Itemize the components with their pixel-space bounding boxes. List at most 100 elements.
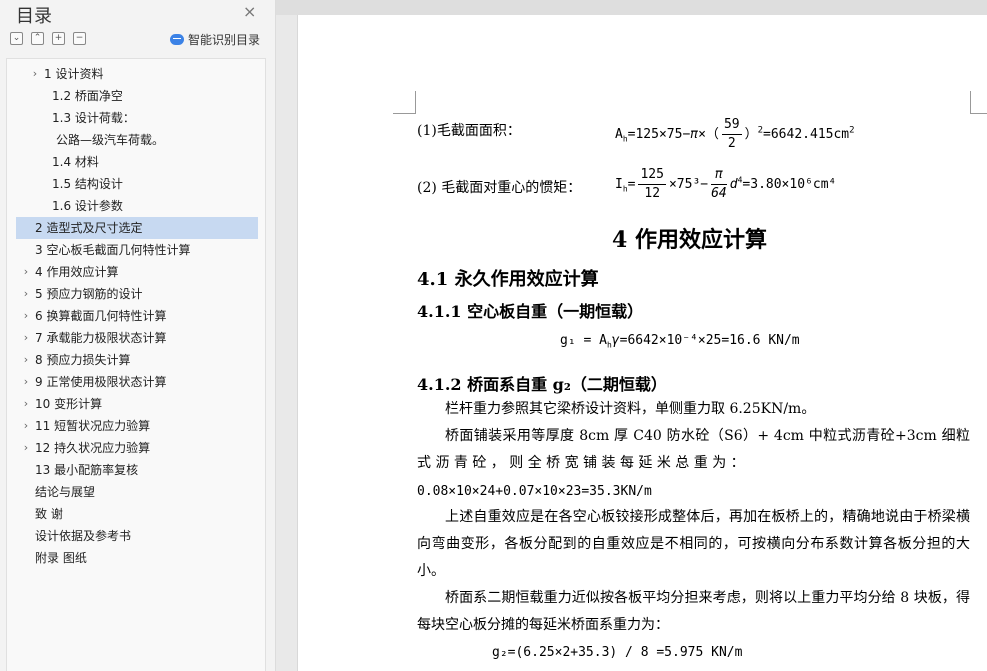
chevron-right-icon[interactable]: ›: [21, 415, 31, 437]
formula-gamma: γ: [611, 333, 620, 348]
chevron-right-icon[interactable]: ›: [21, 305, 31, 327]
toc-item[interactable]: 1.2 桥面净空: [16, 85, 258, 107]
toc-item[interactable]: 1.5 结构设计: [16, 173, 258, 195]
subsection-heading: 4.1.1 空心板自重（一期恒载）: [417, 302, 644, 321]
toc-item-label: 公路—级汽车荷载。: [56, 133, 165, 147]
section-heading: 4.1 永久作用效应计算: [417, 269, 599, 290]
toc-item-label: 2 造型式及尺寸选定: [35, 221, 143, 235]
toc-item-label: 1.6 设计参数: [52, 199, 123, 213]
paragraph: 桥面铺装采用等厚度 8cm 厚 C40 防水砼（S6）+ 4cm 中粒式沥青砼+…: [417, 428, 970, 471]
paragraph: 上述自重效应是在各空心板铰接形成整体后，再加在板桥上的，精确地说由于桥梁横向弯曲…: [417, 509, 970, 579]
toc-item[interactable]: 2 造型式及尺寸选定: [16, 217, 258, 239]
toc-item-label: 设计依据及参考书: [35, 529, 132, 543]
toc-item[interactable]: 1.4 材料: [16, 151, 258, 173]
toc-item[interactable]: 附录 图纸: [16, 547, 258, 569]
smart-toc-label: 智能识别目录: [188, 33, 261, 47]
formula-pi: π: [690, 127, 699, 142]
toc-title: 目录: [16, 6, 52, 27]
toc-item-label: 3 空心板毛截面几何特性计算: [35, 243, 191, 257]
toc-item-label: 6 换算截面几何特性计算: [35, 309, 167, 323]
formula-fraction: 59 2: [721, 116, 742, 153]
toc-item[interactable]: › 10 变形计算: [16, 393, 258, 415]
formula-sup: 2: [849, 125, 855, 136]
toc-list: › 1 设计资料 1.2 桥面净空 1.3 设计荷载： 公路—级汽车荷载。 1.4 材料 1…: [6, 58, 266, 671]
fraction-numerator: π: [711, 166, 727, 185]
toc-item-label: 1.2 桥面净空: [52, 89, 123, 103]
toc-item-label: 7 承载能力极限状态计算: [35, 331, 167, 345]
collapse-all-icon[interactable]: ⌄: [10, 32, 23, 45]
formula-result: =6642.415cm: [763, 127, 850, 142]
formula-part: ）: [744, 127, 758, 142]
subsection-heading: 4.1.2 桥面系自重 g₂（二期恒载）: [417, 375, 667, 394]
formula-fraction: 125 12: [638, 166, 666, 203]
toc-item[interactable]: 公路—级汽车荷载。: [16, 129, 258, 151]
toc-item-label: 10 变形计算: [35, 397, 103, 411]
toc-item[interactable]: › 5 预应力钢筋的设计: [16, 283, 258, 305]
toc-item[interactable]: › 12 持久状况应力验算: [16, 437, 258, 459]
formula-result: =3.80×10⁶cm⁴: [742, 177, 837, 192]
formula-symbol: I: [615, 177, 623, 192]
toc-item-label: 5 预应力钢筋的设计: [35, 287, 143, 301]
toc-item[interactable]: 结论与展望: [16, 481, 258, 503]
toc-item[interactable]: › 9 正常使用极限状态计算: [16, 371, 258, 393]
toc-item-label: 4 作用效应计算: [35, 265, 119, 279]
inertia-formula: Ih= 125 12 ×75³− π 64 d4=3.80×10⁶cm⁴: [615, 166, 836, 203]
toc-item[interactable]: › 8 预应力损失计算: [16, 349, 258, 371]
chevron-right-icon[interactable]: ›: [30, 63, 40, 85]
ai-icon: [170, 34, 184, 45]
toc-toolbar: ⌄ ⌃ + −: [10, 32, 86, 45]
toc-item[interactable]: 致 谢: [16, 503, 258, 525]
fraction-denominator: 12: [644, 186, 661, 201]
add-heading-icon[interactable]: +: [52, 32, 65, 45]
formula-symbol: d: [729, 177, 738, 192]
gross-area-formula: Ah=125×75−π×（ 59 2 ）2=6642.415cm2: [615, 116, 855, 153]
chevron-right-icon[interactable]: ›: [21, 349, 31, 371]
expand-all-icon[interactable]: ⌃: [31, 32, 44, 45]
g2-formula: g₂=(6.25×2+35.3) / 8 =5.975 KN/m: [492, 645, 743, 660]
doc-top-strip: [276, 0, 987, 15]
toc-item-label: 1 设计资料: [44, 67, 104, 81]
toc-item[interactable]: 1.3 设计荷载：: [16, 107, 258, 129]
toc-item[interactable]: › 7 承载能力极限状态计算: [16, 327, 258, 349]
chevron-right-icon[interactable]: ›: [21, 283, 31, 305]
toc-item[interactable]: 13 最小配筋率复核: [16, 459, 258, 481]
paragraph: 栏杆重力参照其它梁桥设计资料，单侧重力取 6.25KN/m。: [445, 401, 816, 417]
toc-item-label: 附录 图纸: [35, 551, 87, 565]
formula-symbol: A: [615, 127, 623, 142]
toc-item[interactable]: › 6 换算截面几何特性计算: [16, 305, 258, 327]
formula-result: =6642×10⁻⁴×25=16.6 KN/m: [619, 333, 800, 348]
toc-item-label: 13 最小配筋率复核: [35, 463, 139, 477]
toc-item-label: 结论与展望: [35, 485, 96, 499]
paragraph: 桥面系二期恒载重力近似按各板平均分担来考虑，则将以上重力平均分给 8 块板，得每…: [417, 590, 970, 633]
chevron-right-icon[interactable]: ›: [21, 437, 31, 459]
fraction-denominator: 64: [711, 186, 727, 201]
toc-item[interactable]: › 11 短暂状况应力验算: [16, 415, 258, 437]
toc-item-label: 8 预应力损失计算: [35, 353, 131, 367]
page-corner-mark: [970, 91, 987, 114]
toc-item-label: 11 短暂状况应力验算: [35, 419, 151, 433]
toc-item[interactable]: › 4 作用效应计算: [16, 261, 258, 283]
toc-item[interactable]: › 1 设计资料: [16, 63, 258, 85]
toc-item[interactable]: 设计依据及参考书: [16, 525, 258, 547]
toc-item-label: 1.5 结构设计: [52, 177, 123, 191]
inertia-label: (2) 毛截面对重心的惯矩：: [417, 180, 582, 196]
fraction-numerator: 59: [721, 116, 742, 135]
toc-sidebar: 目录 × ⌄ ⌃ + − 智能识别目录 › 1 设计资料 1.2 桥面净空 1.3 设…: [0, 0, 276, 671]
close-icon[interactable]: ×: [243, 2, 256, 21]
chevron-right-icon[interactable]: ›: [21, 261, 31, 283]
chevron-right-icon[interactable]: ›: [21, 393, 31, 415]
formula-part: g₁ = A: [560, 333, 607, 348]
toc-item-label: 12 持久状况应力验算: [35, 441, 151, 455]
fraction-denominator: 2: [727, 136, 736, 151]
chevron-right-icon[interactable]: ›: [21, 371, 31, 393]
toc-item[interactable]: 3 空心板毛截面几何特性计算: [16, 239, 258, 261]
formula-part: ×（: [698, 127, 719, 142]
toc-item[interactable]: 1.6 设计参数: [16, 195, 258, 217]
formula-part: =125×75−: [627, 127, 691, 142]
formula-part: ×75³−: [668, 177, 709, 192]
paragraph-formula: 0.08×10×24+0.07×10×23=35.3KN/m: [417, 484, 652, 499]
chevron-right-icon[interactable]: ›: [21, 327, 31, 349]
toc-item-label: 9 正常使用极限状态计算: [35, 375, 167, 389]
remove-heading-icon[interactable]: −: [73, 32, 86, 45]
smart-toc-button[interactable]: 智能识别目录: [170, 31, 260, 48]
